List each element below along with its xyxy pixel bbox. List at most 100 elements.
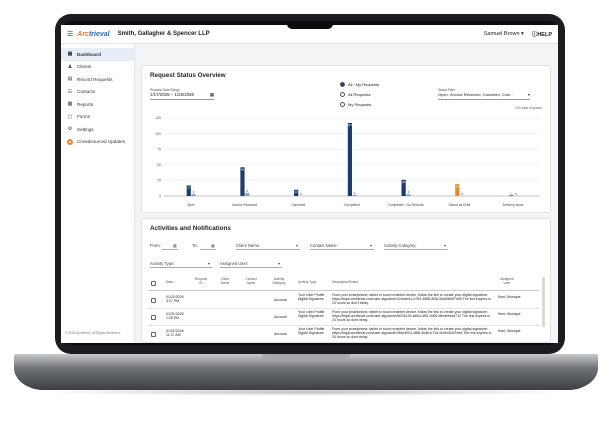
row-date: 01/21/2026 11:27 AM [166, 329, 184, 337]
contact-name-label: Contact Name: [310, 243, 338, 248]
row-time-value: 3:27 PM [166, 299, 180, 304]
user-name: Samuel Brown [483, 31, 520, 37]
to-label: To: [192, 243, 198, 248]
status-filter-select[interactable]: Open, Invoice Received, Canceled, Com...… [438, 92, 530, 100]
sidebar-item-crowdsourced-updates[interactable]: ● Crowdsourced Updates [61, 136, 134, 149]
row-checkbox[interactable] [151, 298, 156, 303]
user-menu[interactable]: Samuel Brown ▾ [484, 31, 524, 37]
row-date: 01/21/2026 3:27 PM [166, 295, 184, 303]
row-checkbox[interactable] [151, 315, 156, 320]
help-button[interactable]: ⓘHELP [532, 30, 552, 38]
logo-suffix: trieval [88, 30, 110, 38]
client-name-select[interactable] [236, 249, 300, 250]
x-tick-label: Open [187, 203, 195, 207]
forms-icon: ▢ [67, 113, 73, 120]
overview-title: Request Status Overview [150, 72, 226, 79]
x-tick-label: Completed [344, 203, 360, 207]
copyright-text: © 2026 Arctrieval | All Rights Reserved. [65, 331, 121, 335]
row-category: Account [274, 298, 287, 302]
activities-table-header: Date ↓ Request ID Client Name Contact Na… [148, 277, 540, 291]
data-label: 3 [193, 190, 195, 194]
column-date[interactable]: Date ↓ [166, 280, 176, 285]
select-all-checkbox[interactable] [151, 281, 156, 286]
table-row[interactable]: 01/21/2026 11:27 AM Account Your User Pro… [148, 327, 540, 343]
row-checkbox[interactable] [151, 332, 156, 337]
row-date: 01/21/2026 1:28 PM [166, 312, 184, 320]
chevron-down-icon: ▾ [278, 261, 281, 266]
radio-label: All Requests [348, 92, 371, 97]
row-assigned-user: Kent, Monique [498, 329, 521, 333]
data-label: 117 [348, 123, 353, 127]
table-row[interactable]: 01/21/2026 3:27 PM Account Your User Prof… [148, 293, 540, 309]
sidebar-item-label: Dashboard [77, 51, 101, 57]
sidebar-item-label: Clients [77, 64, 92, 70]
camera-notch [287, 21, 333, 29]
column-client-name[interactable]: Client Name [218, 277, 232, 286]
x-tick-label: Invoice Received [232, 203, 257, 207]
sidebar-item-clients[interactable]: ♟ Clients [61, 61, 134, 74]
sidebar-item-contacts[interactable]: ☷ Contacts [61, 86, 134, 99]
sidebar-item-forms[interactable]: ▢ Forms [61, 111, 134, 124]
request-status-overview-card: Request Status Overview Request Date Ran… [141, 65, 551, 213]
column-assigned-user[interactable]: Assigned User [498, 277, 516, 286]
help-label: HELP [537, 32, 552, 38]
row-time-value: 11:27 AM [166, 333, 181, 338]
sidebar-item-label: Contacts [77, 89, 96, 95]
column-label: Date [166, 280, 173, 284]
bar [406, 194, 411, 196]
from-label: From: [150, 243, 161, 248]
data-label: 17 [187, 186, 191, 190]
data-label: 0 [515, 192, 517, 196]
contacts-icon: ☷ [67, 88, 73, 95]
hamburger-menu-icon[interactable]: ☰ [67, 30, 73, 38]
chevron-down-icon: ▾ [521, 31, 524, 37]
sidebar-item-label: Record Requests [77, 76, 113, 82]
from-date-input[interactable] [162, 249, 178, 250]
contact-name-select[interactable] [310, 249, 374, 250]
activities-card: Activities and Notifications From: ▦ To:… [141, 218, 551, 343]
activity-category-select[interactable] [384, 249, 448, 250]
gear-icon: ⚙ [67, 126, 73, 133]
laptop-base [14, 354, 598, 390]
logo-prefix: Arc [77, 30, 89, 38]
x-tick-label: Completed - No Records [388, 203, 425, 207]
calendar-icon[interactable]: ▦ [211, 243, 215, 248]
assigned-user-select[interactable] [220, 267, 282, 268]
row-category: Account [274, 332, 287, 336]
radio-label: My Requests [348, 102, 372, 107]
radio-all-my-requests[interactable]: All / My Requests [340, 82, 379, 87]
y-tick-label: 0 [159, 194, 161, 198]
calendar-icon[interactable]: ▦ [210, 92, 214, 98]
date-range-input[interactable]: 1/17/2025 – 1/25/2026 ▦ [150, 92, 214, 100]
bar [508, 195, 514, 196]
radio-my-requests[interactable]: My Requests [340, 102, 371, 107]
bar [352, 194, 357, 196]
reports-icon: ▩ [67, 101, 73, 108]
status-filter-value: Open, Invoice Received, Canceled, Com... [438, 92, 514, 97]
column-contact-name[interactable]: Contact Name [243, 277, 259, 286]
sidebar-item-settings[interactable]: ⚙ Settings [61, 123, 134, 136]
column-activity-type[interactable]: Activity Type [298, 280, 316, 285]
radio-all-requests[interactable]: All Requests [340, 92, 370, 97]
activity-type-select[interactable] [150, 267, 212, 268]
app-screen: ☰ Arctrieval Smith, Gallagher & Spencer … [61, 25, 558, 343]
data-label: 5 [246, 189, 248, 193]
firm-name: Smith, Gallagher & Spencer LLP [117, 31, 210, 37]
column-activity-category[interactable]: Activity Category [270, 277, 288, 286]
column-request-id[interactable]: Request ID [194, 277, 208, 286]
chevron-down-icon: ▾ [296, 243, 299, 248]
date-start: 1/17/2025 [150, 92, 170, 97]
to-date-input[interactable] [200, 249, 216, 250]
column-description-notes[interactable]: Description/Notes [332, 280, 358, 285]
sidebar-item-dashboard[interactable]: ▦ Dashboard [61, 48, 134, 61]
x-tick-label: Canceled [291, 203, 305, 207]
radio-button [340, 82, 345, 87]
table-row[interactable]: 01/21/2026 1:28 PM Account Your User Prof… [148, 310, 540, 326]
calendar-icon[interactable]: ▦ [173, 243, 177, 248]
sidebar-item-reports[interactable]: ▩ Reports [61, 98, 134, 111]
app-logo[interactable]: Arctrieval [77, 31, 109, 38]
row-type: Your User Profile Digital Signature [298, 327, 325, 336]
sidebar-item-record-requests[interactable]: ▤ Record Requests [61, 73, 134, 86]
table-scrollbar[interactable] [542, 277, 545, 327]
chevron-down-icon: ▾ [444, 243, 447, 248]
